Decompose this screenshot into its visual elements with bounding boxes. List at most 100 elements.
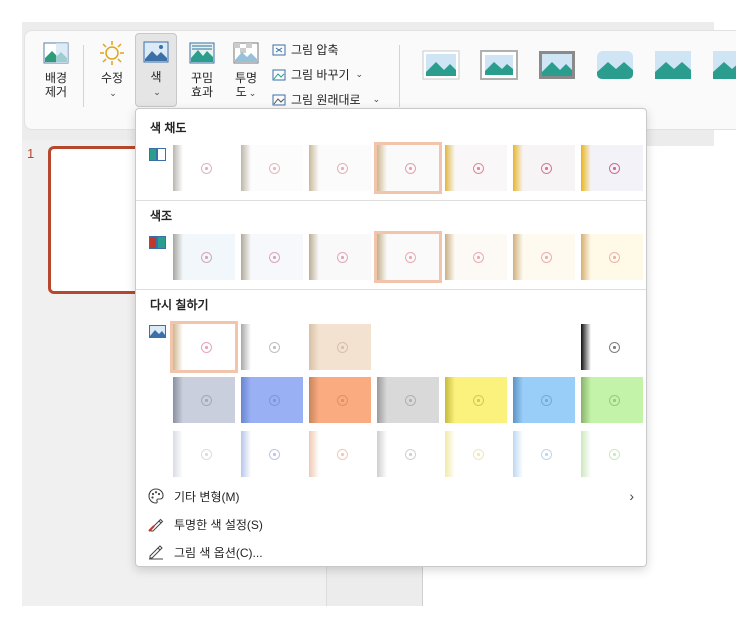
swatch-seal-mark [201, 163, 212, 174]
color-variant-swatch[interactable] [309, 431, 371, 477]
color-variant-swatch[interactable] [581, 377, 643, 423]
chevron-down-icon: ⌄ [372, 94, 381, 104]
compress-icon [271, 42, 287, 58]
swatch-seal-mark [541, 252, 552, 263]
color-variant-swatch[interactable] [445, 234, 507, 280]
picture-style-5[interactable] [649, 41, 697, 89]
color-variant-swatch[interactable] [241, 145, 303, 191]
color-variant-swatch[interactable] [445, 145, 507, 191]
color-variant-swatch[interactable] [374, 231, 442, 283]
color-variant-swatch[interactable] [173, 431, 235, 477]
color-variant-swatch[interactable] [374, 142, 442, 194]
swatch-bamboo-strip [377, 324, 387, 370]
color-variant-swatch[interactable] [513, 377, 575, 423]
picture-style-2[interactable] [475, 41, 523, 89]
color-variant-swatch[interactable] [309, 234, 371, 280]
compress-pictures-button[interactable]: 그림 압축 [271, 37, 380, 62]
swatch-seal-mark [337, 163, 348, 174]
swatch-bamboo-strip [173, 145, 183, 191]
color-variant-swatch[interactable] [309, 324, 371, 370]
swatch-seal-mark [269, 342, 280, 353]
color-variant-swatch[interactable] [513, 431, 575, 477]
recolor-icon [149, 325, 166, 338]
picture-color-options-menu-item[interactable]: 그림 색 옵션(C)... [146, 539, 638, 565]
more-variations-menu-item[interactable]: 기타 변형(M) › [146, 483, 638, 509]
swatch-seal-mark [473, 252, 484, 263]
palette-icon [146, 488, 166, 504]
color-button[interactable]: 색 ⌄ [135, 33, 177, 107]
ribbon-separator [399, 45, 400, 107]
change-picture-button[interactable]: 그림 바꾸기 ⌄ [271, 62, 380, 87]
picture-style-6[interactable] [707, 41, 736, 89]
picture-color-options-label: 그림 색 옵션(C)... [174, 545, 263, 560]
swatch-seal-mark [609, 163, 620, 174]
swatch-bamboo-strip [309, 234, 319, 280]
swatch-bamboo-strip [581, 145, 591, 191]
color-variant-swatch[interactable] [170, 321, 238, 373]
section-saturation-title: 색 채도 [150, 121, 187, 135]
color-variant-swatch[interactable] [513, 145, 575, 191]
picture-style-4[interactable] [591, 41, 639, 89]
ribbon-separator [83, 45, 84, 107]
color-variant-swatch[interactable] [377, 377, 439, 423]
swatch-seal-mark [269, 252, 280, 263]
color-variant-swatch[interactable] [241, 431, 303, 477]
color-variant-swatch[interactable] [377, 324, 439, 370]
color-variant-swatch[interactable] [173, 145, 235, 191]
swatch-bamboo-strip [173, 377, 183, 423]
section-tone-title: 색조 [150, 209, 173, 223]
swatch-seal-mark [609, 252, 620, 263]
chevron-right-icon: › [629, 488, 634, 504]
artistic-effects-icon [188, 39, 216, 67]
swatch-bamboo-strip [241, 324, 251, 370]
swatch-bamboo-strip [445, 145, 455, 191]
menu-divider [136, 289, 646, 290]
color-variant-swatch[interactable] [581, 234, 643, 280]
color-variant-swatch[interactable] [513, 324, 575, 370]
color-variant-swatch[interactable] [513, 234, 575, 280]
color-variant-swatch[interactable] [173, 377, 235, 423]
swatch-seal-mark [337, 342, 348, 353]
remove-background-button[interactable]: 배경 제거 [33, 35, 79, 105]
picture-color-icon [142, 38, 170, 66]
color-variant-swatch[interactable] [241, 377, 303, 423]
swatch-bamboo-strip [513, 377, 523, 423]
swatch-bamboo-strip [241, 431, 251, 477]
swatch-bamboo-strip [513, 431, 523, 477]
transparency-button[interactable]: 투명 도 ⌄ [223, 35, 269, 105]
corrections-button[interactable]: 수정 ⌄ [89, 35, 135, 105]
picture-style-1[interactable] [417, 41, 465, 89]
swatch-bamboo-strip [173, 431, 183, 477]
color-variant-swatch[interactable] [445, 431, 507, 477]
swatch-seal-mark [473, 342, 484, 353]
color-variant-swatch[interactable] [309, 377, 371, 423]
corrections-label: 수정 ⌄ [100, 71, 124, 98]
picture-style-3[interactable] [533, 41, 581, 89]
reset-picture-label: 그림 원래대로 [291, 93, 361, 107]
more-variations-label: 기타 변형(M) [174, 489, 240, 504]
swatch-seal-mark [473, 163, 484, 174]
color-variant-swatch[interactable] [581, 145, 643, 191]
swatch-bamboo-strip [445, 377, 455, 423]
color-variant-swatch[interactable] [241, 234, 303, 280]
change-picture-icon [271, 67, 287, 83]
swatch-seal-mark [337, 449, 348, 460]
swatch-seal-mark [201, 449, 212, 460]
swatch-seal-mark [269, 163, 280, 174]
swatch-seal-mark [405, 449, 416, 460]
swatch-bamboo-strip [377, 377, 387, 423]
swatch-bamboo-strip [377, 431, 387, 477]
color-variant-swatch[interactable] [581, 431, 643, 477]
color-variant-swatch[interactable] [581, 324, 643, 370]
color-variant-swatch[interactable] [377, 431, 439, 477]
color-variant-swatch[interactable] [445, 377, 507, 423]
color-variant-swatch[interactable] [445, 324, 507, 370]
color-dropdown-menu: 색 채도 색조 다시 칠하기 기타 변형(M) › 투명한 색 설정(S) 그림… [135, 108, 647, 567]
color-variant-swatch[interactable] [241, 324, 303, 370]
artistic-effects-button[interactable]: 꾸밈 효과 [179, 35, 225, 105]
set-transparent-color-menu-item[interactable]: 투명한 색 설정(S) [146, 511, 638, 537]
color-variant-swatch[interactable] [309, 145, 371, 191]
reset-picture-icon [271, 92, 287, 108]
change-picture-label: 그림 바꾸기 [291, 68, 350, 82]
color-variant-swatch[interactable] [173, 234, 235, 280]
